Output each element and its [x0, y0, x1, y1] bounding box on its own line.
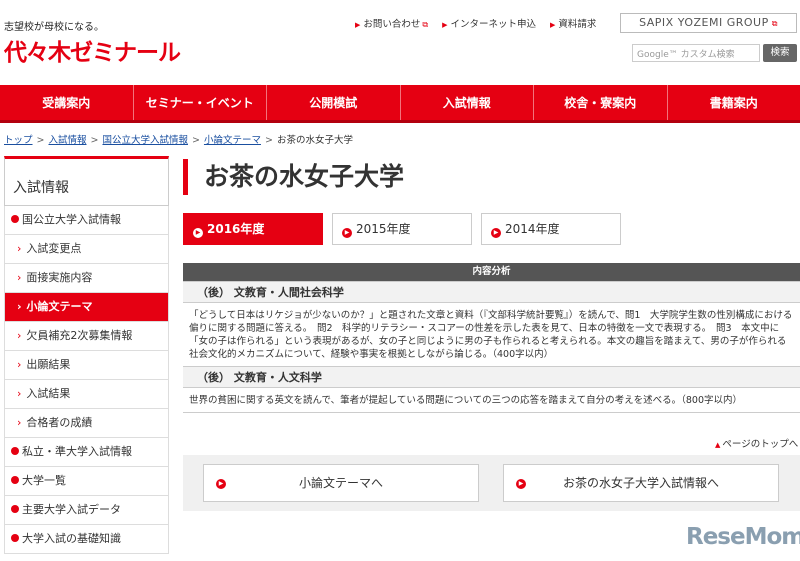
- section-heading: （後） 文教育・人間社会科学: [183, 281, 800, 303]
- page-top-link[interactable]: ▲ ページのトップへ: [715, 436, 798, 450]
- chevron-right-icon: >: [90, 135, 99, 146]
- bullet-icon: [11, 215, 19, 223]
- ochanomizu-info-button[interactable]: ▶ お茶の水女子大学入試情報へ: [503, 464, 779, 502]
- sidebar-item-university-list[interactable]: 大学一覧: [4, 467, 169, 496]
- chevron-right-icon: ›: [17, 300, 22, 313]
- chevron-right-icon: ›: [17, 271, 22, 284]
- section-text: 「どうして日本はリケジョが少ないのか？」と題された文章と資料（『文部科学統計要覧…: [189, 310, 793, 360]
- nav-item-exam-info[interactable]: 入試情報: [399, 85, 534, 120]
- breadcrumb-essay[interactable]: 小論文テーマ: [204, 135, 261, 146]
- year-tabs: ▶ 2016年度 ▶ 2015年度 ▶ 2014年度: [183, 213, 621, 245]
- sidebar-item-national[interactable]: 国公立大学入試情報: [4, 206, 169, 235]
- breadcrumb-current: お茶の水女子大学: [276, 135, 353, 146]
- play-icon: ▶: [342, 228, 352, 238]
- sidebar-item-private[interactable]: 私立・準大学入試情報: [4, 438, 169, 467]
- group-link[interactable]: SAPIX YOZEMI GROUP ⧉: [620, 13, 797, 33]
- nav-item-seminars[interactable]: セミナー・イベント: [132, 85, 267, 120]
- sidebar-item-scores[interactable]: › 合格者の成績: [4, 409, 169, 438]
- sidebar-item-changes[interactable]: › 入試変更点: [4, 235, 169, 264]
- chevron-right-icon: ›: [17, 358, 22, 371]
- chevron-right-icon: >: [264, 135, 273, 146]
- internet-apply-link[interactable]: ▶ インターネット申込: [442, 16, 536, 30]
- sidebar-item-vacancy[interactable]: › 欠員補充2次募集情報: [4, 322, 169, 351]
- triangle-icon: ▶: [442, 21, 448, 29]
- nav-item-mock-exams[interactable]: 公開模試: [266, 85, 400, 120]
- triangle-icon: ▶: [550, 21, 556, 29]
- triangle-icon: ▶: [355, 21, 361, 29]
- chevron-right-icon: ›: [17, 329, 22, 342]
- page-title: お茶の水女子大学: [183, 159, 404, 195]
- play-icon: ▶: [516, 479, 526, 489]
- essay-theme-button[interactable]: ▶ 小論文テーマへ: [203, 464, 479, 502]
- chevron-right-icon: ›: [17, 242, 22, 255]
- tab-2014[interactable]: ▶ 2014年度: [481, 213, 621, 245]
- section-text: 世界の貧困に関する英文を読んで、筆者が提起している問題についての三つの応答を踏ま…: [183, 388, 800, 413]
- sidebar-item-basics[interactable]: 大学入試の基礎知識: [4, 525, 169, 554]
- chevron-right-icon: ›: [17, 416, 22, 429]
- tab-2016[interactable]: ▶ 2016年度: [183, 213, 323, 245]
- triangle-up-icon: ▲: [715, 441, 721, 449]
- sidebar: 入試情報 国公立大学入試情報 › 入試変更点 › 面接実施内容 › 小論文テーマ › 欠…: [4, 156, 169, 554]
- breadcrumb-top[interactable]: トップ: [4, 135, 33, 146]
- contact-link[interactable]: ▶ お問い合わせ ⧉: [355, 16, 428, 30]
- request-materials-link[interactable]: ▶ 資料請求: [550, 16, 596, 30]
- sidebar-item-applications[interactable]: › 出願結果: [4, 351, 169, 380]
- external-link-icon: ⧉: [422, 20, 429, 29]
- nav-item-courses[interactable]: 受講案内: [0, 85, 133, 120]
- bullet-icon: [11, 447, 19, 455]
- search-input[interactable]: Google™ カスタム検索: [632, 44, 760, 62]
- nav-item-campus[interactable]: 校舎・寮案内: [533, 85, 667, 120]
- bullet-icon: [11, 476, 19, 484]
- play-icon: ▶: [216, 479, 226, 489]
- sidebar-item-essay[interactable]: › 小論文テーマ: [4, 293, 169, 322]
- table-header: 内容分析: [183, 263, 800, 281]
- play-icon: ▶: [193, 228, 203, 238]
- play-icon: ▶: [491, 228, 501, 238]
- sidebar-title: 入試情報: [4, 156, 169, 206]
- site-header: 志望校が母校になる。 代々木ゼミナール ▶ お問い合わせ ⧉ ▶ インターネット申込 …: [0, 0, 800, 85]
- bottom-links: ▶ 小論文テーマへ ▶ お茶の水女子大学入試情報へ: [183, 455, 800, 511]
- analysis-table: 内容分析 （後） 文教育・人間社会科学 「どうして日本はリケジョが少ないのか？」…: [183, 263, 800, 413]
- tagline: 志望校が母校になる。: [4, 22, 104, 33]
- site-logo[interactable]: 代々木ゼミナール: [4, 33, 181, 67]
- section-heading: （後） 文教育・人文科学: [183, 366, 800, 388]
- top-links: ▶ お問い合わせ ⧉ ▶ インターネット申込 ▶ 資料請求: [355, 16, 596, 30]
- chevron-right-icon: ›: [17, 387, 22, 400]
- nav-item-books[interactable]: 書籍案内: [666, 85, 800, 120]
- tab-2015[interactable]: ▶ 2015年度: [332, 213, 472, 245]
- chevron-right-icon: >: [191, 135, 200, 146]
- breadcrumb: トップ > 入試情報 > 国公立大学入試情報 > 小論文テーマ > お茶の水女子大学: [4, 132, 353, 146]
- sidebar-item-interview[interactable]: › 面接実施内容: [4, 264, 169, 293]
- sidebar-item-results[interactable]: › 入試結果: [4, 380, 169, 409]
- sidebar-item-major-data[interactable]: 主要大学入試データ: [4, 496, 169, 525]
- breadcrumb-national[interactable]: 国公立大学入試情報: [102, 135, 188, 146]
- search-button[interactable]: 検索: [763, 44, 797, 62]
- bullet-icon: [11, 505, 19, 513]
- bullet-icon: [11, 534, 19, 542]
- resemom-watermark: ReseMom: [686, 524, 800, 550]
- breadcrumb-exam-info[interactable]: 入試情報: [48, 135, 86, 146]
- external-link-icon: ⧉: [771, 19, 778, 28]
- global-nav: 受講案内 セミナー・イベント 公開模試 入試情報 校舎・寮案内 書籍案内: [0, 85, 800, 123]
- chevron-right-icon: >: [36, 135, 45, 146]
